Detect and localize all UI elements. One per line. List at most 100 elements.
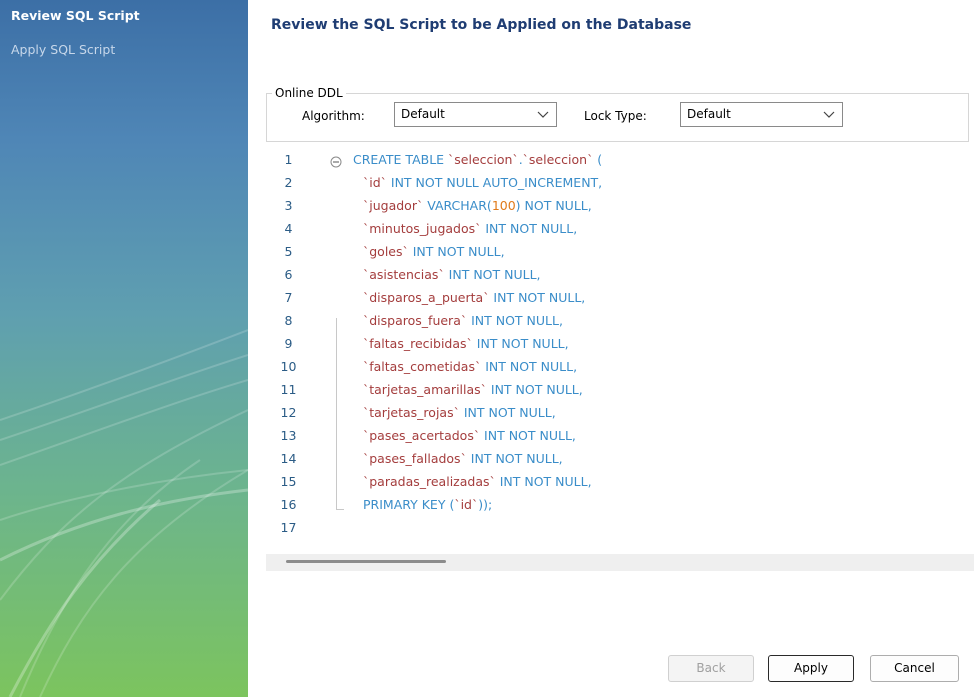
code-line: 9 `faltas_recibidas` INT NOT NULL, <box>266 336 974 359</box>
code-token: `seleccion` <box>448 152 519 167</box>
code-token: CREATE TABLE <box>353 152 449 167</box>
code-token: INT NOT NULL, <box>408 244 505 259</box>
horizontal-scrollbar[interactable] <box>266 554 974 571</box>
code-token: INT NOT NULL, <box>495 474 592 489</box>
online-ddl-legend: Online DDL <box>272 86 346 100</box>
code-token: `asistencias` <box>363 267 445 282</box>
code-line: 7 `disparos_a_puerta` INT NOT NULL, <box>266 290 974 313</box>
code-token: `seleccion` <box>522 152 594 167</box>
line-number: 13 <box>280 428 297 443</box>
line-number: 16 <box>280 497 297 512</box>
lock-type-select[interactable]: Default <box>680 102 843 127</box>
step-review-sql-script: Review SQL Script <box>11 8 140 23</box>
code-text: `disparos_a_puerta` INT NOT NULL, <box>363 290 585 305</box>
line-number: 4 <box>284 221 293 236</box>
code-token: INT NOT NULL, <box>459 405 556 420</box>
code-token: VARCHAR( <box>423 198 492 213</box>
code-token: ( <box>593 152 603 167</box>
code-text: `faltas_recibidas` INT NOT NULL, <box>363 336 569 351</box>
code-token: INT NOT NULL, <box>481 221 578 236</box>
chevron-down-icon <box>823 111 835 118</box>
code-token: `faltas_recibidas` <box>363 336 473 351</box>
code-line: 14 `pases_fallados` INT NOT NULL, <box>266 451 974 474</box>
line-number: 17 <box>280 520 297 535</box>
code-token: `paradas_realizadas` <box>363 474 496 489</box>
code-text: `tarjetas_amarillas` INT NOT NULL, <box>363 382 583 397</box>
apply-button[interactable]: Apply <box>768 655 854 682</box>
code-token: `tarjetas_rojas` <box>363 405 460 420</box>
algorithm-label: Algorithm: <box>302 109 365 123</box>
code-line: 6 `asistencias` INT NOT NULL, <box>266 267 974 290</box>
line-number: 5 <box>284 244 293 259</box>
code-text: `pases_acertados` INT NOT NULL, <box>363 428 576 443</box>
code-text: `goles` INT NOT NULL, <box>363 244 505 259</box>
code-token: `disparos_fuera` <box>363 313 468 328</box>
code-token: INT NOT NULL, <box>486 382 583 397</box>
code-token: `id` <box>454 497 479 512</box>
code-token: INT NOT NULL, <box>472 336 569 351</box>
code-text: `jugador` VARCHAR(100) NOT NULL, <box>363 198 592 213</box>
code-token: `faltas_cometidas` <box>363 359 482 374</box>
code-text: `asistencias` INT NOT NULL, <box>363 267 541 282</box>
line-number: 2 <box>284 175 293 190</box>
line-number: 9 <box>284 336 293 351</box>
code-token: PRIMARY KEY ( <box>363 497 455 512</box>
code-token: INT NOT NULL, <box>489 290 586 305</box>
code-token: `id` <box>363 175 387 190</box>
code-text: `id` INT NOT NULL AUTO_INCREMENT, <box>363 175 602 190</box>
code-token: )); <box>478 497 493 512</box>
code-line: 16 PRIMARY KEY (`id`)); <box>266 497 974 520</box>
algorithm-select[interactable]: Default <box>394 102 557 127</box>
back-button[interactable]: Back <box>668 655 754 682</box>
code-line: 10 `faltas_cometidas` INT NOT NULL, <box>266 359 974 382</box>
code-token: INT NOT NULL, <box>466 451 563 466</box>
code-text: `minutos_jugados` INT NOT NULL, <box>363 221 577 236</box>
code-token: 100 <box>491 198 516 213</box>
lock-type-select-value: Default <box>687 107 731 121</box>
code-text: `faltas_cometidas` INT NOT NULL, <box>363 359 577 374</box>
code-token: INT NOT NULL, <box>480 428 576 443</box>
code-token: INT NOT NULL, <box>481 359 578 374</box>
fold-collapse-icon[interactable] <box>330 156 342 168</box>
code-token: `pases_fallados` <box>363 451 467 466</box>
code-line: 1 CREATE TABLE `seleccion`.`seleccion` ( <box>266 152 974 175</box>
sidebar-decoration <box>0 329 248 697</box>
line-number: 12 <box>280 405 297 420</box>
line-number: 15 <box>280 474 297 489</box>
step-apply-sql-script: Apply SQL Script <box>11 42 116 57</box>
code-line: 12 `tarjetas_rojas` INT NOT NULL, <box>266 405 974 428</box>
code-text: PRIMARY KEY (`id`)); <box>363 497 492 512</box>
sql-script-editor[interactable]: 1 CREATE TABLE `seleccion`.`seleccion` ( 2… <box>266 146 974 554</box>
code-line: 15 `paradas_realizadas` INT NOT NULL, <box>266 474 974 497</box>
scrollbar-thumb[interactable] <box>286 560 446 563</box>
code-text: `tarjetas_rojas` INT NOT NULL, <box>363 405 556 420</box>
code-line: 3 `jugador` VARCHAR(100) NOT NULL, <box>266 198 974 221</box>
line-number: 8 <box>284 313 293 328</box>
code-text: `paradas_realizadas` INT NOT NULL, <box>363 474 592 489</box>
code-line: 13 `pases_acertados` INT NOT NULL, <box>266 428 974 451</box>
code-line: 5 `goles` INT NOT NULL, <box>266 244 974 267</box>
code-token: INT NOT NULL, <box>444 267 541 282</box>
line-number: 6 <box>284 267 293 282</box>
code-line: 4 `minutos_jugados` INT NOT NULL, <box>266 221 974 244</box>
code-token: `disparos_a_puerta` <box>363 290 490 305</box>
code-token: `minutos_jugados` <box>363 221 482 236</box>
code-text: CREATE TABLE `seleccion`.`seleccion` ( <box>353 152 602 167</box>
line-number: 3 <box>284 198 293 213</box>
code-line: 17 <box>266 520 974 543</box>
wizard-sidebar: Review SQL Script Apply SQL Script <box>0 0 248 697</box>
code-line: 2 `id` INT NOT NULL AUTO_INCREMENT, <box>266 175 974 198</box>
code-token: `goles` <box>363 244 409 259</box>
cancel-button[interactable]: Cancel <box>870 655 959 682</box>
code-token: `pases_acertados` <box>363 428 481 443</box>
line-number: 11 <box>280 382 297 397</box>
line-number: 7 <box>284 290 293 305</box>
code-token: `jugador` <box>363 198 424 213</box>
line-number: 10 <box>280 359 297 374</box>
algorithm-select-value: Default <box>401 107 445 121</box>
code-line: 8 `disparos_fuera` INT NOT NULL, <box>266 313 974 336</box>
code-token: `tarjetas_amarillas` <box>363 382 487 397</box>
line-number: 1 <box>284 152 293 167</box>
page-title: Review the SQL Script to be Applied on t… <box>271 17 692 33</box>
code-token: INT NOT NULL, <box>467 313 563 328</box>
